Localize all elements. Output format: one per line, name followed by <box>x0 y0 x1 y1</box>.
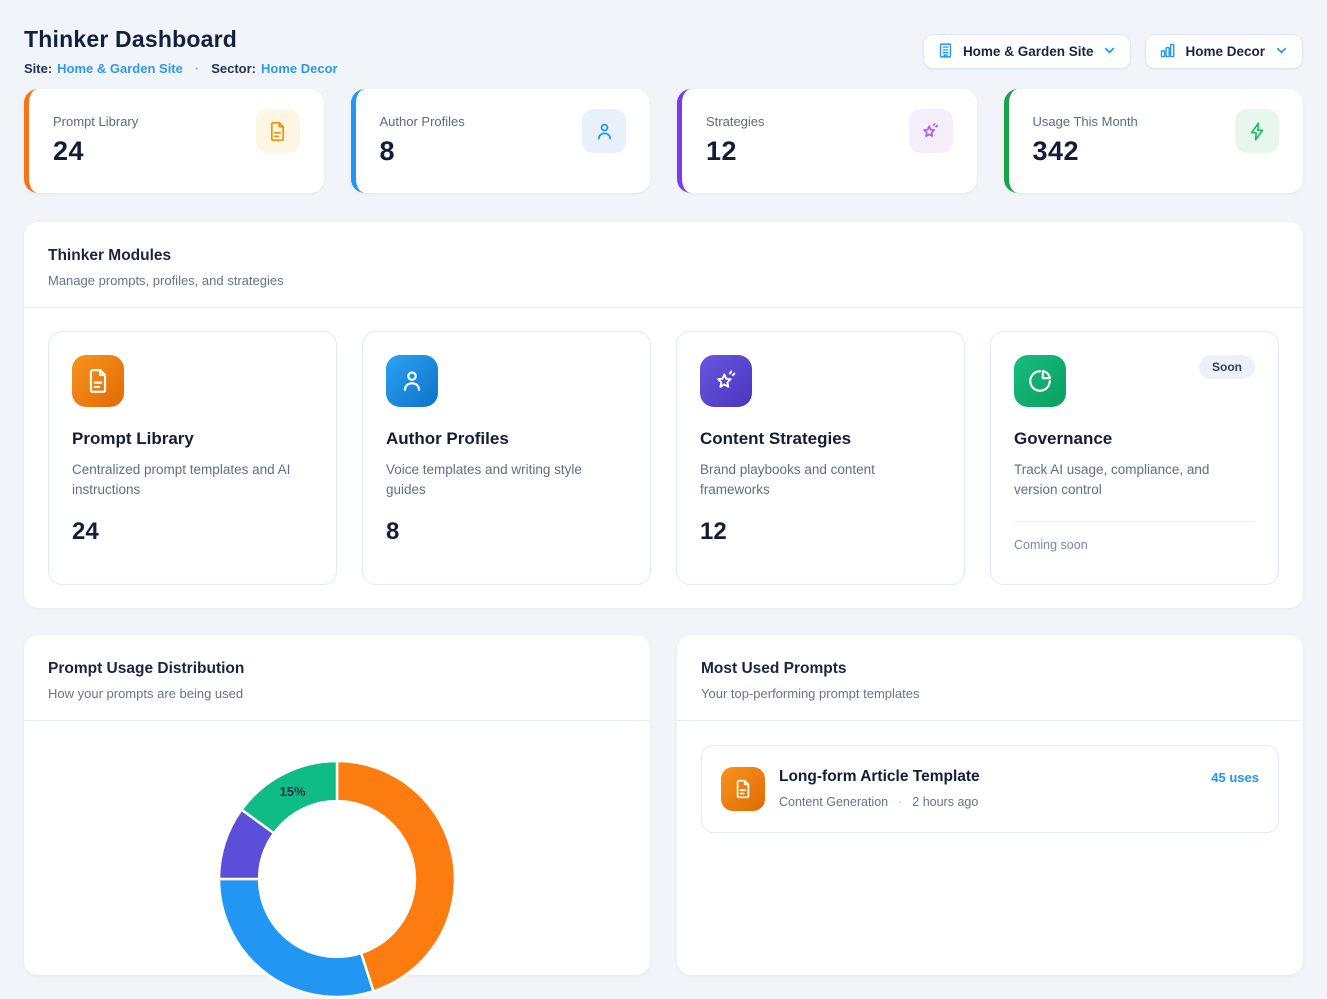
stat-text: Prompt Library 24 <box>53 107 138 175</box>
stat-card-usage: Usage This Month 342 <box>1004 89 1304 193</box>
breadcrumb-separator: · <box>195 61 199 76</box>
user-icon <box>386 355 438 407</box>
stat-text: Strategies 12 <box>706 107 765 175</box>
header-left: Thinker Dashboard Site: Home & Garden Si… <box>24 24 338 76</box>
module-description: Track AI usage, compliance, and version … <box>1014 460 1250 501</box>
donut-slice <box>219 879 373 997</box>
module-card-content-strategies[interactable]: Content Strategies Brand playbooks and c… <box>676 331 965 585</box>
module-title: Content Strategies <box>700 429 941 449</box>
stat-card-prompt-library: Prompt Library 24 <box>24 89 324 193</box>
stat-value: 342 <box>1033 136 1138 167</box>
meta-separator: · <box>898 795 902 809</box>
modules-grid: Prompt Library Centralized prompt templa… <box>24 308 1303 608</box>
usage-title: Prompt Usage Distribution <box>48 660 626 678</box>
module-footer-divider <box>1014 521 1255 522</box>
donut-slice-label: 15% <box>280 784 306 799</box>
page-title: Thinker Dashboard <box>24 26 338 53</box>
module-card-governance[interactable]: Soon Governance Track AI usage, complian… <box>990 331 1279 585</box>
soon-badge: Soon <box>1199 355 1255 379</box>
stats-row: Prompt Library 24 Author Profiles 8 <box>24 89 1303 193</box>
site-label: Site: <box>24 61 52 76</box>
stat-card-strategies: Strategies 12 <box>677 89 977 193</box>
header-selectors: Home & Garden Site Home Decor <box>923 34 1303 69</box>
sector-label: Sector: <box>211 61 256 76</box>
stat-label: Prompt Library <box>53 114 138 129</box>
sparkle-icon <box>909 109 953 153</box>
usage-subtitle: How your prompts are being used <box>48 686 626 701</box>
sector-selector-label: Home Decor <box>1185 44 1265 59</box>
stat-value: 8 <box>380 136 465 167</box>
module-title: Prompt Library <box>72 429 313 449</box>
prompt-info: Long-form Article Template Content Gener… <box>779 767 1197 809</box>
building-icon <box>937 42 954 62</box>
coming-soon-text: Coming soon <box>1014 538 1255 552</box>
prompt-list: Long-form Article Template Content Gener… <box>677 721 1303 857</box>
chevron-down-icon <box>1102 43 1117 61</box>
zap-icon <box>1235 109 1279 153</box>
usage-chart-area: 15% <box>24 721 650 999</box>
module-count: 12 <box>700 518 941 546</box>
top-bar: Thinker Dashboard Site: Home & Garden Si… <box>24 24 1303 76</box>
module-card-author-profiles[interactable]: Author Profiles Voice templates and writ… <box>362 331 651 585</box>
module-card-prompt-library[interactable]: Prompt Library Centralized prompt templa… <box>48 331 337 585</box>
stat-value: 24 <box>53 136 138 167</box>
modules-header: Thinker Modules Manage prompts, profiles… <box>24 222 1303 307</box>
stat-label: Usage This Month <box>1033 114 1138 129</box>
stat-value: 12 <box>706 136 765 167</box>
module-description: Brand playbooks and content frameworks <box>700 460 936 501</box>
module-description: Voice templates and writing style guides <box>386 460 622 501</box>
stat-card-author-profiles: Author Profiles 8 <box>351 89 651 193</box>
prompts-subtitle: Your top-performing prompt templates <box>701 686 1279 701</box>
usage-distribution-panel: Prompt Usage Distribution How your promp… <box>24 635 650 975</box>
module-count: 8 <box>386 518 627 546</box>
module-description: Centralized prompt templates and AI inst… <box>72 460 308 501</box>
site-link[interactable]: Home & Garden Site <box>57 61 183 76</box>
document-icon <box>72 355 124 407</box>
bottom-row: Prompt Usage Distribution How your promp… <box>24 635 1303 975</box>
document-icon <box>721 767 765 811</box>
prompt-category: Content Generation <box>779 795 888 809</box>
dashboard-page: Thinker Dashboard Site: Home & Garden Si… <box>0 0 1327 975</box>
most-used-prompts-panel: Most Used Prompts Your top-performing pr… <box>677 635 1303 975</box>
stat-label: Author Profiles <box>380 114 465 129</box>
modules-subtitle: Manage prompts, profiles, and strategies <box>48 273 1279 288</box>
prompt-time: 2 hours ago <box>912 795 978 809</box>
thinker-modules-panel: Thinker Modules Manage prompts, profiles… <box>24 222 1303 608</box>
pie-chart-icon <box>1014 355 1066 407</box>
stat-label: Strategies <box>706 114 765 129</box>
prompt-uses-badge: 45 uses <box>1211 770 1259 785</box>
site-selector-dropdown[interactable]: Home & Garden Site <box>923 34 1132 69</box>
list-item-long-form-article[interactable]: Long-form Article Template Content Gener… <box>701 745 1279 833</box>
usage-header: Prompt Usage Distribution How your promp… <box>24 635 650 720</box>
prompts-header: Most Used Prompts Your top-performing pr… <box>677 635 1303 720</box>
site-selector-label: Home & Garden Site <box>963 44 1094 59</box>
prompts-title: Most Used Prompts <box>701 660 1279 678</box>
bar-chart-icon <box>1159 42 1176 62</box>
module-count: 24 <box>72 518 313 546</box>
stat-text: Usage This Month 342 <box>1033 107 1138 175</box>
modules-title: Thinker Modules <box>48 247 1279 265</box>
user-icon <box>582 109 626 153</box>
prompt-meta: Content Generation · 2 hours ago <box>779 795 1197 809</box>
breadcrumb: Site: Home & Garden Site · Sector: Home … <box>24 61 338 76</box>
sector-selector-dropdown[interactable]: Home Decor <box>1145 34 1303 69</box>
prompt-title: Long-form Article Template <box>779 768 1197 786</box>
stat-text: Author Profiles 8 <box>380 107 465 175</box>
usage-donut-chart: 15% <box>217 759 457 999</box>
module-title: Governance <box>1014 429 1255 449</box>
module-title: Author Profiles <box>386 429 627 449</box>
chevron-down-icon <box>1274 43 1289 61</box>
sector-link[interactable]: Home Decor <box>261 61 338 76</box>
sparkle-icon <box>700 355 752 407</box>
document-icon <box>256 109 300 153</box>
